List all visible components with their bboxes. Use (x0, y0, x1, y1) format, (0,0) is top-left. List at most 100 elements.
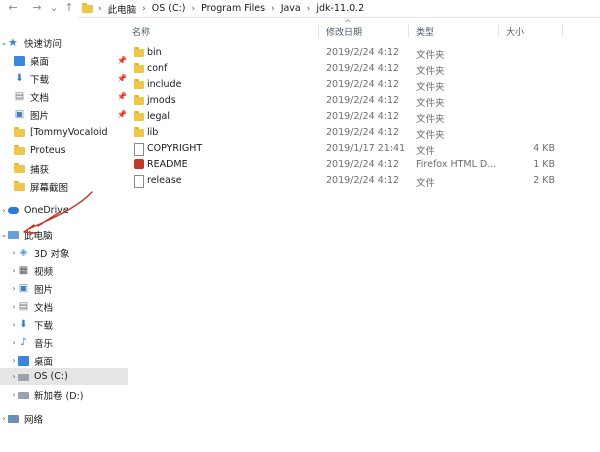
sidebar-item-label: 下载 (30, 74, 50, 86)
chevron-right-icon[interactable]: › (10, 320, 18, 329)
file-name: jmods (147, 95, 176, 106)
chevron-right-icon[interactable]: › (10, 390, 18, 399)
breadcrumb-this-pc[interactable]: 此电脑 (104, 2, 141, 16)
chevron-right-icon: › (142, 3, 146, 14)
sidebar-item-label: [TommyVocaloid (30, 127, 108, 138)
sidebar-item-label: 图片 (34, 284, 54, 296)
cloud-icon (8, 207, 19, 214)
download-icon: ⬇ (19, 318, 28, 330)
file-size: 2 KB (533, 175, 555, 186)
column-type[interactable]: 类型 (416, 25, 434, 38)
recent-locations-icon[interactable]: ⌄ (47, 1, 61, 15)
sidebar-item-videos[interactable]: › ▦ 视频 (0, 262, 128, 279)
table-row[interactable]: COPYRIGHT 2019/1/17 21:41 文件 4 KB (122, 141, 600, 157)
address-bar[interactable]: › 此电脑 › OS (C:) › Program Files › Java ›… (78, 0, 600, 18)
sidebar-network[interactable]: › 网络 (0, 410, 118, 427)
chevron-right-icon[interactable]: › (10, 248, 18, 257)
table-row[interactable]: README 2019/2/24 4:12 Firefox HTML D... … (122, 157, 600, 173)
sidebar-item-desktop-pc[interactable]: › 桌面 (0, 352, 128, 369)
chevron-down-icon[interactable]: ⌄ (0, 38, 8, 47)
chevron-right-icon: › (98, 3, 102, 14)
table-row[interactable]: release 2019/2/24 4:12 文件 2 KB (122, 173, 600, 189)
file-name: include (147, 79, 182, 90)
sidebar-item-downloads[interactable]: ⬇ 下载 📌 (0, 70, 132, 87)
table-row[interactable]: conf 2019/2/24 4:12 文件夹 (122, 61, 600, 77)
folder-icon (14, 145, 25, 155)
chevron-right-icon[interactable]: › (0, 414, 8, 423)
music-icon: ♪ (20, 336, 27, 348)
chevron-right-icon[interactable]: › (10, 372, 18, 381)
column-size[interactable]: 大小 (506, 25, 524, 38)
file-type: 文件夹 (416, 98, 445, 109)
chevron-right-icon[interactable]: › (10, 302, 18, 311)
sidebar-item-3d-objects[interactable]: › ◈ 3D 对象 (0, 244, 128, 261)
navigation-bar: ← → ⌄ ↑ › 此电脑 › OS (C:) › Program Files … (0, 0, 600, 18)
up-arrow-icon[interactable]: ↑ (62, 1, 76, 15)
forward-arrow-icon[interactable]: → (30, 1, 44, 15)
chevron-right-icon[interactable]: › (0, 206, 8, 215)
star-icon: ★ (8, 35, 18, 49)
file-date: 2019/2/24 4:12 (326, 175, 400, 186)
chevron-right-icon[interactable]: › (10, 356, 18, 365)
chevron-right-icon[interactable]: › (10, 284, 18, 293)
column-divider[interactable] (318, 24, 319, 38)
sidebar-item-downloads-pc[interactable]: › ⬇ 下载 (0, 316, 128, 333)
table-row[interactable]: lib 2019/2/24 4:12 文件夹 (122, 125, 600, 141)
column-date[interactable]: 修改日期 (326, 25, 362, 38)
folder-icon (134, 95, 144, 105)
sidebar-item-documents-pc[interactable]: › ▤ 文档 (0, 298, 128, 315)
sidebar-item-music[interactable]: › ♪ 音乐 (0, 334, 128, 351)
sidebar-item-desktop[interactable]: 桌面 📌 (0, 52, 132, 69)
desktop-icon (18, 355, 29, 366)
folder-icon (14, 127, 25, 137)
table-row[interactable]: jmods 2019/2/24 4:12 文件夹 (122, 93, 600, 109)
file-type: 文件夹 (416, 130, 445, 141)
file-name: conf (147, 63, 168, 74)
download-icon: ⬇ (15, 72, 24, 84)
table-row[interactable]: legal 2019/2/24 4:12 文件夹 (122, 109, 600, 125)
sidebar-item-pictures[interactable]: ▣ 图片 📌 (0, 106, 132, 123)
sidebar-item-tommyvocaloid[interactable]: [TommyVocaloid (0, 124, 132, 141)
folder-icon (14, 181, 25, 191)
sidebar-item-proteus[interactable]: Proteus (0, 142, 132, 159)
sidebar-item-new-volume-d[interactable]: › 新加卷 (D:) (0, 386, 128, 403)
sidebar-item-screenshots[interactable]: 屏幕截图 (0, 178, 132, 195)
sidebar-item-label: 屏幕截图 (30, 182, 69, 194)
chevron-down-icon[interactable]: ⌄ (0, 230, 8, 239)
picture-icon: ▣ (18, 282, 29, 294)
column-divider[interactable] (498, 24, 499, 38)
breadcrumb-java[interactable]: Java (277, 3, 305, 14)
sidebar-item-capture[interactable]: 捕获 (0, 160, 132, 177)
table-row[interactable]: include 2019/2/24 4:12 文件夹 (122, 77, 600, 93)
sidebar-onedrive[interactable]: › OneDrive (0, 202, 118, 219)
chevron-right-icon: › (191, 3, 196, 14)
sidebar-item-label: 桌面 (30, 56, 50, 68)
file-size: 1 KB (533, 159, 555, 170)
chevron-right-icon[interactable]: › (10, 338, 18, 347)
sidebar-quick-access[interactable]: ⌄ ★ 快速访问 (0, 34, 118, 51)
sidebar-item-documents[interactable]: ▤ 文档 📌 (0, 88, 132, 105)
column-divider[interactable] (562, 24, 563, 38)
folder-icon (134, 127, 144, 137)
breadcrumb-os-c[interactable]: OS (C:) (148, 3, 190, 14)
document-icon (134, 175, 144, 188)
sidebar-item-pictures-pc[interactable]: › ▣ 图片 (0, 280, 128, 297)
chevron-right-icon[interactable]: › (10, 266, 18, 275)
file-date: 2019/2/24 4:12 (326, 95, 400, 106)
table-row[interactable]: bin 2019/2/24 4:12 文件夹 (122, 45, 600, 61)
column-name[interactable]: 名称 (132, 25, 150, 38)
folder-icon (134, 47, 144, 57)
breadcrumb-program-files[interactable]: Program Files (197, 3, 269, 14)
network-icon (8, 414, 19, 423)
back-arrow-icon[interactable]: ← (6, 1, 20, 15)
file-type: Firefox HTML D... (416, 159, 497, 170)
sidebar-item-label: 文档 (30, 92, 50, 104)
chevron-right-icon: › (271, 3, 275, 14)
breadcrumb-jdk[interactable]: jdk-11.0.2 (312, 3, 368, 14)
file-name: legal (147, 111, 170, 122)
sidebar-this-pc[interactable]: ⌄ 此电脑 (0, 226, 118, 243)
sidebar-item-os-c[interactable]: › OS (C:) (0, 368, 128, 385)
firefox-html-icon (134, 159, 144, 169)
column-divider[interactable] (408, 24, 409, 38)
sidebar-item-label: 音乐 (34, 338, 54, 350)
